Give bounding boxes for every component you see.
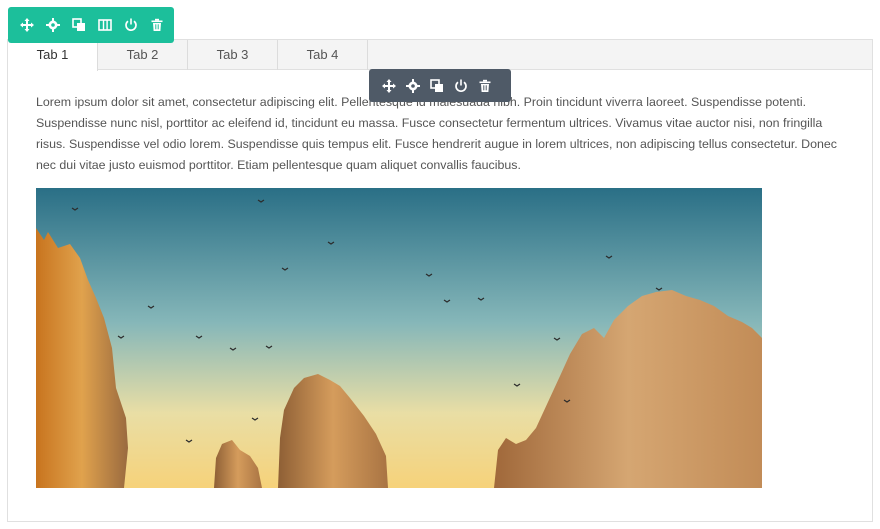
move-icon[interactable] xyxy=(17,15,37,35)
tab-1[interactable]: Tab 1 xyxy=(8,40,98,71)
delete-icon[interactable] xyxy=(475,76,495,96)
module-toolbar xyxy=(8,7,174,43)
settings-icon[interactable] xyxy=(403,76,423,96)
tab-2[interactable]: Tab 2 xyxy=(98,40,188,70)
hero-image xyxy=(36,188,762,488)
tab-content-paragraph: Lorem ipsum dolor sit amet, consectetur … xyxy=(36,95,837,172)
duplicate-icon[interactable] xyxy=(69,15,89,35)
power-icon[interactable] xyxy=(451,76,471,96)
duplicate-icon[interactable] xyxy=(427,76,447,96)
power-icon[interactable] xyxy=(121,15,141,35)
element-toolbar xyxy=(369,69,511,102)
tab-3[interactable]: Tab 3 xyxy=(188,40,278,70)
tab-4[interactable]: Tab 4 xyxy=(278,40,368,70)
settings-icon[interactable] xyxy=(43,15,63,35)
tab-bar: Tab 1 Tab 2 Tab 3 Tab 4 xyxy=(8,40,872,71)
columns-icon[interactable] xyxy=(95,15,115,35)
move-icon[interactable] xyxy=(379,76,399,96)
delete-icon[interactable] xyxy=(147,15,167,35)
tabs-module: Tab 1 Tab 2 Tab 3 Tab 4 Lorem ipsum dolo… xyxy=(7,39,873,522)
